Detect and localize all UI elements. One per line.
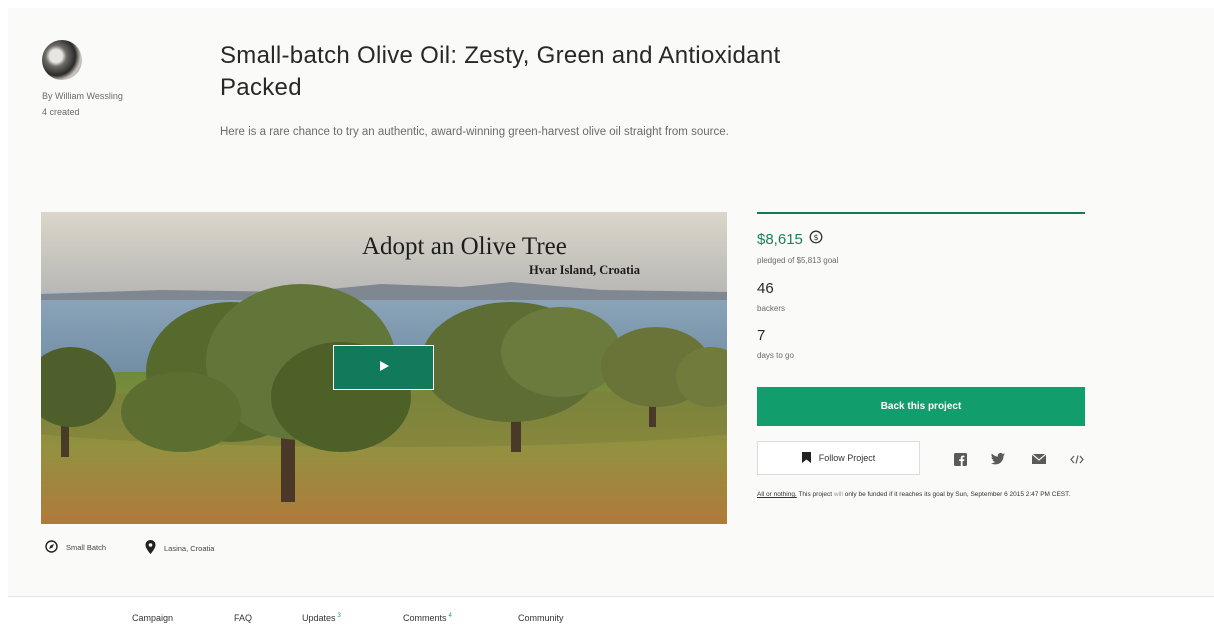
twitter-icon[interactable]	[989, 450, 1007, 468]
days-remaining: 7	[757, 327, 766, 344]
play-icon	[378, 360, 390, 375]
tab-label: Updates	[302, 613, 336, 623]
location-pin-icon	[145, 540, 156, 556]
tab-comments[interactable]: Comments 4	[403, 613, 452, 623]
backers-label: backers	[757, 304, 786, 313]
pledged-value: $8,615	[757, 230, 803, 248]
tab-campaign[interactable]: Campaign	[132, 613, 173, 623]
tab-label: Community	[518, 613, 564, 623]
creator-avatar[interactable]	[42, 40, 82, 80]
email-icon[interactable]	[1030, 450, 1048, 468]
project-title: Small-batch Olive Oil: Zesty, Green and …	[220, 42, 781, 101]
pledged-goal-label: pledged of $5,813 goal	[757, 256, 839, 265]
tab-label: Comments	[403, 613, 447, 623]
funding-note-will: will	[833, 491, 843, 498]
compass-icon	[45, 540, 58, 555]
pledged-amount: $8,615 $	[757, 230, 823, 248]
project-blurb: Here is a rare chance to try an authenti…	[220, 126, 729, 138]
all-or-nothing-link[interactable]: All or nothing.	[757, 491, 797, 498]
embed-icon[interactable]	[1068, 450, 1086, 468]
video-subtitle-overlay: Hvar Island, Croatia	[529, 263, 641, 277]
project-category-label: Small Batch	[66, 543, 107, 552]
funding-terms-note: All or nothing. This project will only b…	[757, 489, 1097, 500]
bookmark-icon	[801, 451, 811, 465]
currency-icon[interactable]: $	[809, 230, 823, 248]
back-project-button[interactable]: Back this project	[757, 387, 1085, 426]
project-location-label: Lasina, Croatia	[164, 543, 215, 553]
tab-count-badge: 3	[337, 613, 341, 619]
tab-label: Campaign	[132, 613, 174, 623]
project-location[interactable]: Lasina, Croatia	[145, 540, 214, 556]
project-category[interactable]: Small Batch	[45, 540, 106, 555]
funding-note-post: only be funded if it reaches its goal by…	[844, 491, 1071, 498]
facebook-icon[interactable]	[951, 450, 969, 468]
follow-project-button[interactable]: Follow Project	[757, 441, 920, 475]
svg-text:$: $	[813, 233, 818, 242]
days-remaining-label: days to go	[757, 351, 794, 360]
tab-community[interactable]: Community	[518, 613, 564, 623]
follow-project-label: Follow Project	[818, 453, 876, 463]
funding-note-pre: This project	[798, 491, 833, 498]
video-play-button[interactable]	[333, 345, 434, 390]
tab-updates[interactable]: Updates 3	[302, 613, 341, 623]
video-title-overlay: Adopt an Olive Tree	[362, 233, 567, 260]
funding-progress-bar	[757, 212, 1085, 214]
tab-label: FAQ	[234, 613, 253, 623]
creator-projects-count: 4 created	[42, 107, 80, 117]
creator-name[interactable]: By William Wessling	[42, 91, 123, 101]
backers-count: 46	[757, 280, 774, 297]
tab-count-badge: 4	[448, 613, 452, 619]
project-nav	[8, 597, 1214, 639]
tab-faq[interactable]: FAQ	[234, 613, 252, 623]
